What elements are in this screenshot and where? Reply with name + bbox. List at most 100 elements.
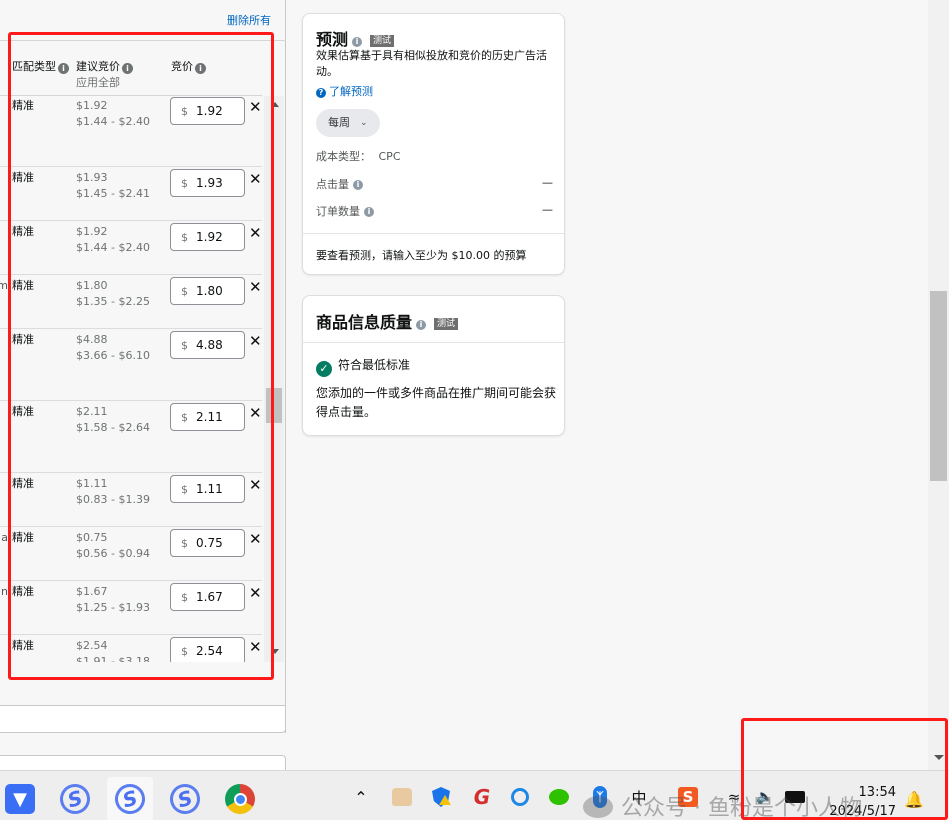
- remove-keyword-close-icon[interactable]: ✕: [249, 476, 262, 494]
- tray-sogou[interactable]: S: [676, 785, 700, 809]
- suggested-bid-value[interactable]: $1.93: [76, 170, 150, 186]
- keyword-row: 精准 $2.54 $1.91 - $3.18 $2.54 ✕: [0, 635, 262, 662]
- currency-symbol: $: [181, 105, 188, 118]
- scroll-up-arrow-icon[interactable]: [271, 102, 279, 107]
- tray-volume[interactable]: 🔈: [753, 785, 777, 809]
- chevron-down-icon: ⌄: [360, 118, 368, 128]
- remove-keyword-close-icon[interactable]: ✕: [249, 170, 262, 188]
- bid-value: 1.67: [196, 590, 223, 604]
- suggested-bid-value[interactable]: $1.92: [76, 224, 150, 240]
- suggested-bid-value[interactable]: $1.11: [76, 476, 150, 492]
- bid-input[interactable]: $2.11: [170, 403, 245, 431]
- taskbar-app-browser-1[interactable]: S: [52, 777, 98, 820]
- tray-ime[interactable]: 中: [627, 785, 651, 809]
- taskbar-app-browser-3[interactable]: S: [162, 777, 208, 820]
- suggested-bid-range: $1.44 - $2.40: [76, 241, 150, 254]
- sogou-icon: S: [678, 787, 698, 807]
- match-type: 精准: [12, 333, 34, 346]
- taskbar-app-chrome[interactable]: [217, 777, 263, 820]
- bid-input[interactable]: $1.93: [170, 169, 245, 197]
- header-bid: 竞价 i: [171, 58, 206, 74]
- bid-input[interactable]: $1.92: [170, 97, 245, 125]
- tray-battery[interactable]: [783, 785, 807, 809]
- scroll-down-arrow-icon[interactable]: [934, 755, 944, 760]
- tray-wifi[interactable]: ≈: [722, 785, 746, 809]
- notification-bell-icon[interactable]: 🔔: [904, 790, 924, 809]
- suggested-bid-value[interactable]: $2.11: [76, 404, 150, 420]
- table-scrollbar[interactable]: [264, 96, 284, 662]
- bid-input[interactable]: $1.92: [170, 223, 245, 251]
- cost-type-row: 成本类型： CPC: [316, 150, 401, 163]
- keyword-text: a: [1, 531, 8, 544]
- ime-label: 中: [631, 788, 647, 807]
- bid-input[interactable]: $1.11: [170, 475, 245, 503]
- keyword-row: 精准 $1.11 $0.83 - $1.39 $1.11 ✕: [0, 473, 262, 527]
- remove-all-link[interactable]: 删除所有: [227, 12, 271, 28]
- suggested-bid: $1.11 $0.83 - $1.39: [76, 476, 150, 508]
- suggested-bid-range: $1.45 - $2.41: [76, 187, 150, 200]
- apply-all-link[interactable]: 应用全部: [76, 74, 120, 90]
- suggested-bid-value[interactable]: $2.54: [76, 638, 150, 654]
- divider: [303, 233, 564, 234]
- remove-keyword-close-icon[interactable]: ✕: [249, 638, 262, 656]
- info-icon[interactable]: i: [416, 320, 427, 330]
- info-icon[interactable]: i: [122, 63, 133, 74]
- bid-input[interactable]: $0.75: [170, 529, 245, 557]
- remove-keyword-close-icon[interactable]: ✕: [249, 224, 262, 242]
- quality-status: ✓ 符合最低标准: [316, 356, 410, 377]
- scrollbar-thumb[interactable]: [930, 291, 947, 481]
- tray-defender[interactable]: [429, 785, 453, 809]
- bid-value: 1.80: [196, 284, 223, 298]
- suggested-bid-value[interactable]: $0.75: [76, 530, 150, 546]
- scroll-down-arrow-icon[interactable]: [271, 649, 279, 654]
- remove-keyword-close-icon[interactable]: ✕: [249, 278, 262, 296]
- show-hidden-icons-button[interactable]: ⌃: [350, 785, 372, 809]
- currency-symbol: $: [181, 285, 188, 298]
- tray-cat-app[interactable]: [391, 785, 413, 809]
- tray-bluetooth[interactable]: ᛉ: [590, 785, 610, 809]
- info-icon[interactable]: i: [195, 63, 206, 74]
- info-icon[interactable]: i: [364, 207, 374, 217]
- remove-keyword-close-icon[interactable]: ✕: [249, 530, 262, 548]
- scrollbar-thumb[interactable]: [266, 388, 282, 423]
- tray-red-app[interactable]: G: [470, 785, 494, 809]
- period-dropdown[interactable]: 每周 ⌄: [316, 109, 380, 137]
- divider: [303, 342, 564, 343]
- suggested-bid-range: $1.44 - $2.40: [76, 115, 150, 128]
- remove-keyword-close-icon[interactable]: ✕: [249, 332, 262, 350]
- info-icon[interactable]: i: [352, 37, 363, 47]
- info-icon[interactable]: i: [353, 180, 363, 190]
- remove-keyword-close-icon[interactable]: ✕: [249, 584, 262, 602]
- match-type: 精准: [12, 99, 34, 112]
- match-type: 精准: [12, 585, 34, 598]
- suggested-bid: $1.92 $1.44 - $2.40: [76, 98, 150, 130]
- tray-wechat[interactable]: [547, 785, 571, 809]
- header-suggested-bid: 建议竞价 i: [76, 58, 133, 74]
- listing-quality-card: 商品信息质量 i 测试 ✓ 符合最低标准 您添加的一件或多件商品在推广期间可能会获得点…: [302, 295, 565, 436]
- suggested-bid-value[interactable]: $1.92: [76, 98, 150, 114]
- learn-forecast-link[interactable]: ? 了解预测: [316, 83, 373, 99]
- taskbar-app-security[interactable]: ▼: [0, 777, 43, 820]
- cat-icon: [392, 788, 412, 806]
- bid-input[interactable]: $2.54: [170, 637, 245, 662]
- clock[interactable]: 13:54 2024/5/17: [826, 783, 896, 820]
- tray-qq-app[interactable]: [508, 785, 532, 809]
- clicks-value: —: [542, 176, 553, 189]
- orders-value: —: [542, 203, 553, 216]
- suggested-bid-value[interactable]: $1.67: [76, 584, 150, 600]
- bid-input[interactable]: $1.80: [170, 277, 245, 305]
- page-scrollbar[interactable]: [928, 0, 949, 770]
- chevron-up-icon: ⌃: [354, 787, 368, 807]
- taskbar-app-browser-2[interactable]: S: [107, 777, 153, 820]
- info-icon[interactable]: i: [58, 63, 69, 74]
- clock-date: 2024/5/17: [829, 804, 896, 819]
- suggested-bid-value[interactable]: $4.88: [76, 332, 150, 348]
- remove-keyword-close-icon[interactable]: ✕: [249, 404, 262, 422]
- remove-keyword-close-icon[interactable]: ✕: [249, 98, 262, 116]
- currency-symbol: $: [181, 231, 188, 244]
- bid-input[interactable]: $4.88: [170, 331, 245, 359]
- bid-input[interactable]: $1.67: [170, 583, 245, 611]
- suggested-bid: $1.92 $1.44 - $2.40: [76, 224, 150, 256]
- suggested-bid-value[interactable]: $1.80: [76, 278, 150, 294]
- beta-badge: 测试: [434, 318, 459, 330]
